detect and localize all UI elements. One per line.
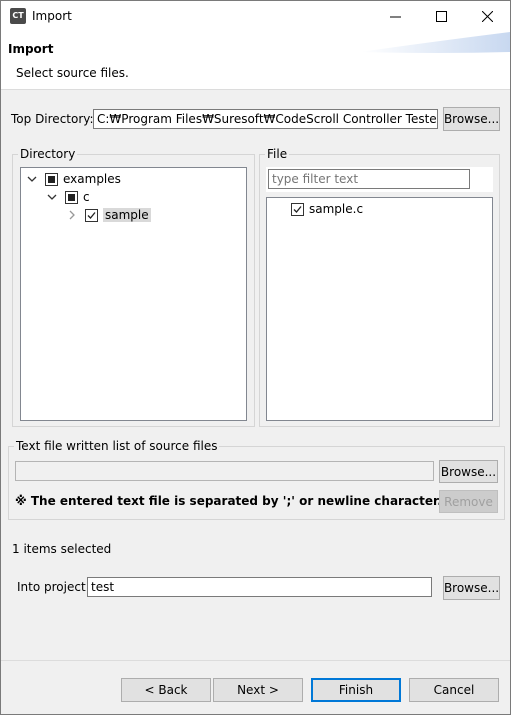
close-icon (481, 11, 493, 22)
next-button[interactable]: Next > (213, 678, 303, 702)
checkbox-examples[interactable] (45, 172, 58, 186)
maximize-button[interactable] (418, 1, 464, 32)
into-project-field[interactable]: test (87, 577, 432, 597)
finish-button[interactable]: Finish (311, 678, 401, 702)
title-bar[interactable]: CT Import (1, 1, 510, 32)
checkbox-sample-c[interactable] (291, 202, 304, 216)
footer-divider (1, 660, 510, 661)
checkmark-icon (293, 205, 302, 213)
text-file-group (8, 446, 505, 520)
tree-node-label: c (83, 190, 90, 204)
into-project-label: Into project: (17, 580, 90, 594)
file-filter-input[interactable] (268, 169, 470, 189)
import-dialog: CT Import Import Select source files. To… (0, 0, 511, 715)
tree-node-label: examples (63, 172, 121, 186)
separator-note: ※ The entered text file is separated by … (15, 494, 442, 508)
text-file-browse-button[interactable]: Browse... (439, 460, 498, 483)
minimize-button[interactable] (372, 1, 418, 32)
tree-node-label: sample (103, 208, 151, 222)
file-list[interactable]: sample.c (266, 197, 493, 421)
app-icon: CT (10, 8, 26, 24)
top-directory-browse-button[interactable]: Browse... (443, 107, 500, 131)
chevron-down-icon[interactable] (45, 190, 59, 204)
chevron-right-icon[interactable] (65, 208, 79, 222)
window-title: Import (32, 9, 72, 23)
banner-description: Select source files. (16, 66, 129, 80)
directory-group-label: Directory (18, 147, 78, 161)
checkmark-icon (87, 211, 96, 219)
into-project-browse-button[interactable]: Browse... (443, 576, 500, 600)
list-item[interactable]: sample.c (291, 200, 363, 218)
text-file-group-label: Text file written list of source files (14, 439, 220, 453)
top-directory-field[interactable]: C:₩Program Files₩Suresoft₩CodeScroll Con… (93, 109, 438, 129)
banner-decoration (360, 32, 510, 53)
chevron-down-icon[interactable] (25, 172, 39, 186)
directory-tree[interactable]: examples c sample (20, 167, 247, 421)
minimize-icon (389, 16, 401, 18)
checkbox-sample[interactable] (85, 208, 98, 222)
maximize-icon (435, 11, 447, 22)
tree-node-c[interactable]: c (45, 188, 90, 206)
file-group-label: File (265, 147, 290, 161)
wizard-banner: Import Select source files. (1, 32, 510, 90)
close-button[interactable] (464, 1, 510, 32)
checkbox-c[interactable] (65, 190, 78, 204)
remove-button[interactable]: Remove (439, 490, 498, 513)
file-item-label: sample.c (309, 202, 364, 216)
tree-node-examples[interactable]: examples (25, 170, 121, 188)
back-button[interactable]: < Back (121, 678, 211, 702)
text-file-field[interactable] (15, 461, 434, 481)
top-directory-label: Top Directory: (11, 112, 94, 126)
banner-title: Import (8, 42, 54, 56)
selection-status: 1 items selected (12, 542, 112, 556)
cancel-button[interactable]: Cancel (409, 678, 499, 702)
tree-node-sample[interactable]: sample (65, 206, 151, 224)
